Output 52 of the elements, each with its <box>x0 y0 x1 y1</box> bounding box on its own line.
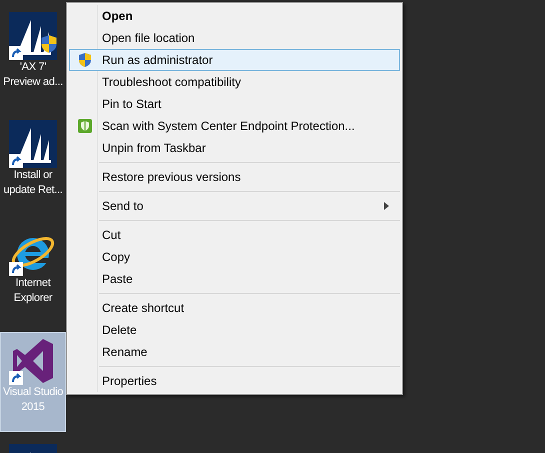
submenu-arrow-icon <box>384 202 389 210</box>
shortcut-arrow-icon <box>9 262 23 276</box>
desktop-icon[interactable]: Internet Explorer <box>0 224 66 324</box>
menu-item-label: Run as administrator <box>101 52 213 69</box>
menu-item[interactable]: Create shortcut <box>69 297 400 319</box>
icon-label: Install or <box>14 168 52 183</box>
menu-item-label: Unpin from Taskbar <box>101 140 206 157</box>
menu-item-label: Properties <box>101 373 157 390</box>
menu-item[interactable]: Unpin from Taskbar <box>69 137 400 159</box>
icon-label: Explorer <box>14 291 52 306</box>
menu-item[interactable]: Run as administrator <box>69 49 400 71</box>
menu-item[interactable]: Scan with System Center Endpoint Protection... <box>69 115 400 137</box>
menu-item-label: Pin to Start <box>101 96 162 113</box>
icon-label: 2015 <box>21 400 45 415</box>
menu-item-label: Scan with System Center Endpoint Protection... <box>101 118 355 135</box>
menu-item[interactable]: Properties <box>69 370 400 392</box>
menu-item[interactable]: Open file location <box>69 27 400 49</box>
menu-item[interactable]: Send to <box>69 195 400 217</box>
shield-icon <box>77 118 93 134</box>
menu-item-label: Create shortcut <box>101 300 184 317</box>
menu-item-label: Troubleshoot compatibility <box>101 74 241 91</box>
menu-item-label: Cut <box>101 227 121 244</box>
menu-item-label: Rename <box>101 344 148 361</box>
shortcut-arrow-icon <box>9 371 23 385</box>
menu-item[interactable]: Rename <box>69 341 400 363</box>
menu-item-label: Send to <box>101 198 144 215</box>
shortcut-arrow-icon <box>9 154 23 168</box>
menu-item-label: Copy <box>101 249 130 266</box>
desktop-icon[interactable]: Install or update Ret... <box>0 116 66 216</box>
menu-item[interactable]: Paste <box>69 268 400 290</box>
menu-item[interactable]: Restore previous versions <box>69 166 400 188</box>
icon-label: update Ret... <box>3 183 63 198</box>
menu-item-label: Restore previous versions <box>101 169 241 186</box>
menu-item[interactable]: Copy <box>69 246 400 268</box>
icon-label: Visual Studio <box>2 385 64 400</box>
menu-item-label: Open <box>101 8 133 25</box>
menu-item[interactable]: Pin to Start <box>69 93 400 115</box>
icon-label: Internet <box>16 276 50 291</box>
sails-icon <box>9 120 57 168</box>
icon-label: Preview ad... <box>3 75 63 90</box>
shield-icon <box>77 52 93 68</box>
menu-item-label: Open file location <box>101 30 195 47</box>
menu-item-label: Paste <box>101 271 133 288</box>
menu-item[interactable]: Troubleshoot compatibility <box>69 71 400 93</box>
menu-item[interactable]: Cut <box>69 224 400 246</box>
menu-item[interactable]: Delete <box>69 319 400 341</box>
desktop-icon[interactable]: 'AX 7' Preview ad... <box>0 8 66 108</box>
menu-item-label: Delete <box>101 322 137 339</box>
shortcut-arrow-icon <box>9 46 23 60</box>
shield-icon <box>39 34 59 54</box>
menu-item[interactable]: Open <box>69 5 400 27</box>
icon-label: 'AX 7' <box>20 60 46 75</box>
